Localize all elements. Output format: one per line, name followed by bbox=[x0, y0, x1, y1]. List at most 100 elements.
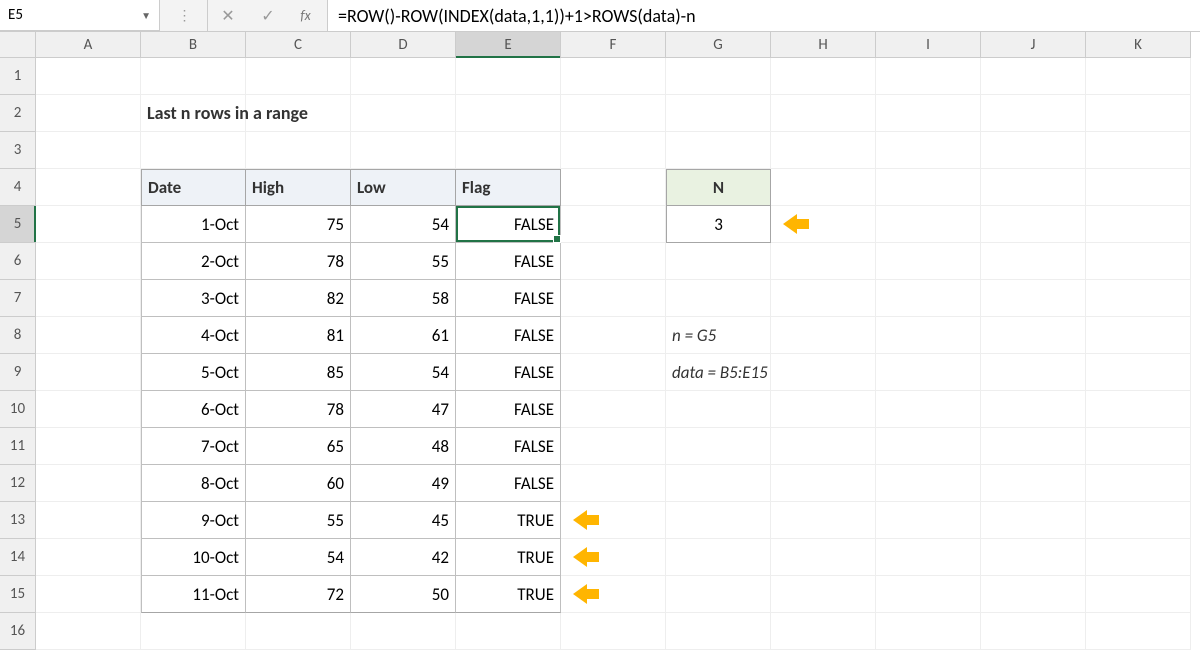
cell-I5[interactable] bbox=[876, 206, 981, 243]
cell-G7[interactable] bbox=[666, 280, 771, 317]
cell-H7[interactable] bbox=[771, 280, 876, 317]
cell-I9[interactable] bbox=[876, 354, 981, 391]
cell-A14[interactable] bbox=[36, 539, 141, 576]
table-cell-low[interactable]: 45 bbox=[351, 502, 456, 539]
table-cell-high[interactable]: 85 bbox=[246, 354, 351, 391]
cell-A12[interactable] bbox=[36, 465, 141, 502]
table-cell-high[interactable]: 78 bbox=[246, 243, 351, 280]
cell-F4[interactable] bbox=[561, 169, 666, 206]
cell-I10[interactable] bbox=[876, 391, 981, 428]
table-cell-high[interactable]: 72 bbox=[246, 576, 351, 613]
cell-H15[interactable] bbox=[771, 576, 876, 613]
cell-F16[interactable] bbox=[561, 613, 666, 650]
cell-I7[interactable] bbox=[876, 280, 981, 317]
table-header-low[interactable]: Low bbox=[351, 169, 456, 206]
cell-J13[interactable] bbox=[981, 502, 1086, 539]
row-header-8[interactable]: 8 bbox=[0, 317, 36, 354]
cell-I16[interactable] bbox=[876, 613, 981, 650]
cell-D16[interactable] bbox=[351, 613, 456, 650]
cell-F1[interactable] bbox=[561, 58, 666, 95]
table-cell-date[interactable]: 2-Oct bbox=[141, 243, 246, 280]
table-cell-low[interactable]: 54 bbox=[351, 206, 456, 243]
cell-F12[interactable] bbox=[561, 465, 666, 502]
cell-B1[interactable] bbox=[141, 58, 246, 95]
cell-J8[interactable] bbox=[981, 317, 1086, 354]
cell-I1[interactable] bbox=[876, 58, 981, 95]
table-cell-date[interactable]: 9-Oct bbox=[141, 502, 246, 539]
table-cell-low[interactable]: 42 bbox=[351, 539, 456, 576]
table-cell-flag[interactable]: TRUE bbox=[456, 502, 561, 539]
cell-I15[interactable] bbox=[876, 576, 981, 613]
cell-A5[interactable] bbox=[36, 206, 141, 243]
cell-F9[interactable] bbox=[561, 354, 666, 391]
cell-G6[interactable] bbox=[666, 243, 771, 280]
table-cell-low[interactable]: 48 bbox=[351, 428, 456, 465]
cell-I11[interactable] bbox=[876, 428, 981, 465]
table-cell-low[interactable]: 58 bbox=[351, 280, 456, 317]
note-data[interactable]: data = B5:E15 bbox=[666, 354, 771, 391]
cell-F2[interactable] bbox=[561, 95, 666, 132]
column-header-I[interactable]: I bbox=[876, 32, 981, 58]
table-cell-high[interactable]: 65 bbox=[246, 428, 351, 465]
arrow-annotation-n[interactable] bbox=[771, 206, 876, 243]
cell-G14[interactable] bbox=[666, 539, 771, 576]
table-cell-flag[interactable]: FALSE bbox=[456, 243, 561, 280]
cell-E2[interactable] bbox=[456, 95, 561, 132]
cell-G13[interactable] bbox=[666, 502, 771, 539]
cell-K7[interactable] bbox=[1086, 280, 1191, 317]
table-cell-flag[interactable]: FALSE bbox=[456, 317, 561, 354]
cell-I6[interactable] bbox=[876, 243, 981, 280]
arrow-annotation[interactable] bbox=[561, 502, 666, 539]
cell-G12[interactable] bbox=[666, 465, 771, 502]
cell-F10[interactable] bbox=[561, 391, 666, 428]
table-cell-low[interactable]: 49 bbox=[351, 465, 456, 502]
column-header-F[interactable]: F bbox=[561, 32, 666, 58]
cell-H6[interactable] bbox=[771, 243, 876, 280]
cell-A8[interactable] bbox=[36, 317, 141, 354]
cell-F8[interactable] bbox=[561, 317, 666, 354]
cell-A11[interactable] bbox=[36, 428, 141, 465]
cell-J12[interactable] bbox=[981, 465, 1086, 502]
table-cell-low[interactable]: 55 bbox=[351, 243, 456, 280]
table-cell-high[interactable]: 78 bbox=[246, 391, 351, 428]
cell-F7[interactable] bbox=[561, 280, 666, 317]
cell-J1[interactable] bbox=[981, 58, 1086, 95]
cell-H16[interactable] bbox=[771, 613, 876, 650]
column-header-G[interactable]: G bbox=[666, 32, 771, 58]
row-header-4[interactable]: 4 bbox=[0, 169, 36, 206]
cell-C16[interactable] bbox=[246, 613, 351, 650]
row-header-10[interactable]: 10 bbox=[0, 391, 36, 428]
row-header-3[interactable]: 3 bbox=[0, 132, 36, 169]
cell-I14[interactable] bbox=[876, 539, 981, 576]
row-header-11[interactable]: 11 bbox=[0, 428, 36, 465]
cell-I2[interactable] bbox=[876, 95, 981, 132]
cell-K8[interactable] bbox=[1086, 317, 1191, 354]
cell-H2[interactable] bbox=[771, 95, 876, 132]
formula-input[interactable]: =ROW()-ROW(INDEX(data,1,1))+1>ROWS(data)… bbox=[328, 0, 1200, 31]
table-cell-flag[interactable]: FALSE bbox=[456, 391, 561, 428]
cell-K6[interactable] bbox=[1086, 243, 1191, 280]
table-cell-date[interactable]: 1-Oct bbox=[141, 206, 246, 243]
table-header-flag[interactable]: Flag bbox=[456, 169, 561, 206]
select-all-corner[interactable] bbox=[0, 32, 36, 58]
cell-C1[interactable] bbox=[246, 58, 351, 95]
cell-K14[interactable] bbox=[1086, 539, 1191, 576]
cell-A4[interactable] bbox=[36, 169, 141, 206]
cell-H3[interactable] bbox=[771, 132, 876, 169]
cell-F5[interactable] bbox=[561, 206, 666, 243]
table-header-date[interactable]: Date bbox=[141, 169, 246, 206]
cell-G2[interactable] bbox=[666, 95, 771, 132]
table-cell-high[interactable]: 54 bbox=[246, 539, 351, 576]
cell-J11[interactable] bbox=[981, 428, 1086, 465]
row-header-7[interactable]: 7 bbox=[0, 280, 36, 317]
note-n[interactable]: n = G5 bbox=[666, 317, 771, 354]
table-cell-date[interactable]: 4-Oct bbox=[141, 317, 246, 354]
cell-J16[interactable] bbox=[981, 613, 1086, 650]
column-header-E[interactable]: E bbox=[456, 32, 561, 58]
row-header-14[interactable]: 14 bbox=[0, 539, 36, 576]
cell-G10[interactable] bbox=[666, 391, 771, 428]
cell-H9[interactable] bbox=[771, 354, 876, 391]
cell-A7[interactable] bbox=[36, 280, 141, 317]
cell-B16[interactable] bbox=[141, 613, 246, 650]
table-cell-high[interactable]: 75 bbox=[246, 206, 351, 243]
